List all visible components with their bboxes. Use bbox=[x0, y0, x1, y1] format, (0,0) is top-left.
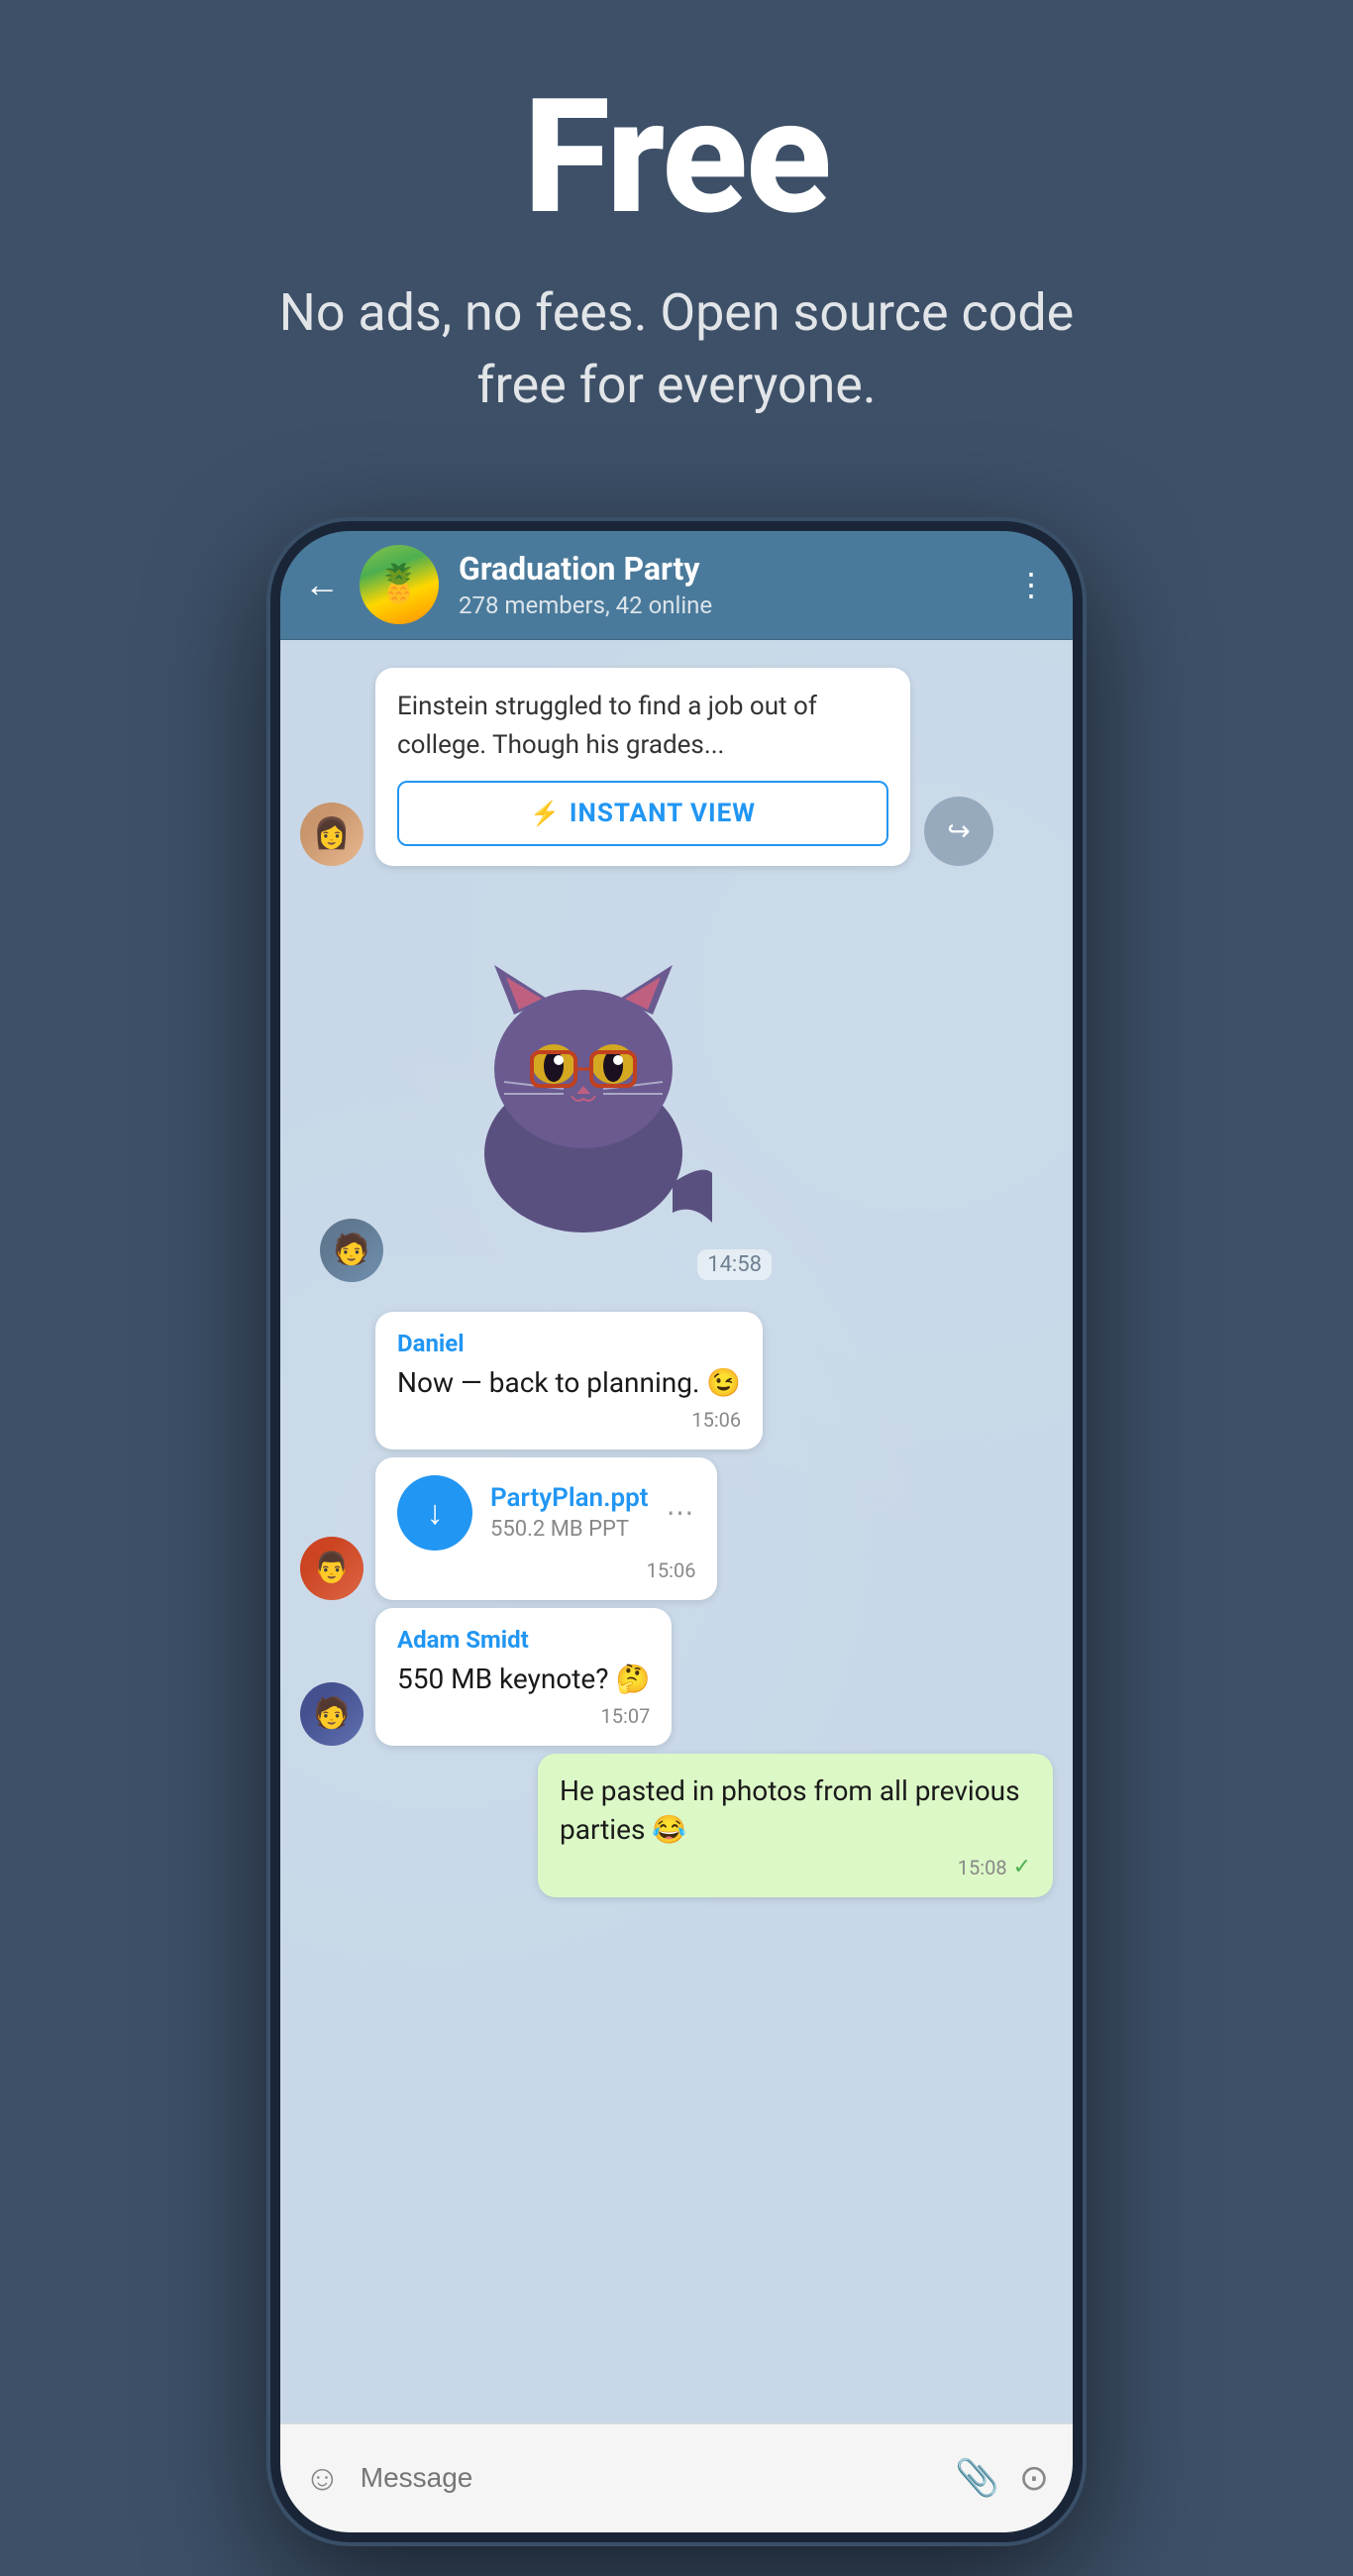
instant-view-bubble: Einstein struggled to find a job out of … bbox=[375, 668, 910, 866]
download-icon: ↓ bbox=[427, 1493, 444, 1533]
file-download-button[interactable]: ↓ bbox=[397, 1475, 472, 1551]
chat-area: 👩 Einstein struggled to find a job out o… bbox=[280, 640, 1073, 2423]
sender-name: Adam Smidt bbox=[397, 1626, 650, 1654]
phone-wrapper: ← 🍍 Graduation Party 278 members, 42 onl… bbox=[270, 521, 1083, 2542]
message-timestamp: 15:06 bbox=[397, 1408, 741, 1432]
hero-section: Free No ads, no fees. Open source code f… bbox=[0, 0, 1353, 482]
iv-button-label: INSTANT VIEW bbox=[570, 799, 756, 828]
chat-header: ← 🍍 Graduation Party 278 members, 42 onl… bbox=[280, 531, 1073, 640]
sticker-area: A = πr² V = l³ s = √(r² + h²) A = πr² + … bbox=[375, 876, 791, 1292]
hero-subtitle: No ads, no fees. Open source code free f… bbox=[231, 277, 1122, 422]
attachment-button[interactable]: 📎 bbox=[955, 2457, 999, 2499]
input-bar: ☺ 📎 ⊙ bbox=[280, 2423, 1073, 2532]
file-timestamp: 15:06 bbox=[397, 1558, 695, 1582]
message-text: He pasted in photos from all previous pa… bbox=[560, 1771, 1031, 1849]
message-row: 👨 ↓ PartyPlan.ppt 550.2 MB PPT ⋯ 15:06 bbox=[300, 1457, 1053, 1600]
avatar: 👩 bbox=[300, 803, 364, 866]
group-members: 278 members, 42 online bbox=[459, 591, 995, 619]
message-row: 🧑 Adam Smidt 550 MB keynote? 🤔 15:07 bbox=[300, 1608, 1053, 1746]
file-more-button[interactable]: ⋯ bbox=[666, 1496, 695, 1529]
file-bubble: ↓ PartyPlan.ppt 550.2 MB PPT ⋯ 15:06 bbox=[375, 1457, 717, 1600]
message-bubble: Adam Smidt 550 MB keynote? 🤔 15:07 bbox=[375, 1608, 672, 1746]
timestamp-value: 15:08 bbox=[958, 1856, 1007, 1879]
group-name: Graduation Party bbox=[459, 550, 995, 588]
cat-sticker bbox=[455, 925, 712, 1242]
outgoing-message-bubble: He pasted in photos from all previous pa… bbox=[538, 1754, 1053, 1897]
iv-preview-text: Einstein struggled to find a job out of … bbox=[397, 688, 888, 765]
message-row: 👩 Einstein struggled to find a job out o… bbox=[300, 668, 1053, 866]
message-input[interactable] bbox=[361, 2448, 935, 2508]
group-avatar: 🍍 bbox=[360, 545, 439, 624]
avatar: 🧑 bbox=[300, 1682, 364, 1746]
more-button[interactable]: ⋮ bbox=[1015, 566, 1049, 603]
camera-button[interactable]: ⊙ bbox=[1019, 2457, 1049, 2499]
avatar: 🧑 bbox=[320, 1219, 383, 1282]
instant-view-card: Einstein struggled to find a job out of … bbox=[375, 668, 910, 866]
forward-icon: ↪ bbox=[947, 814, 970, 847]
back-button[interactable]: ← bbox=[304, 564, 340, 605]
message-text: Now — back to planning. 😉 bbox=[397, 1363, 741, 1402]
group-info: Graduation Party 278 members, 42 online bbox=[459, 550, 995, 619]
message-row: He pasted in photos from all previous pa… bbox=[300, 1754, 1053, 1897]
file-info: PartyPlan.ppt 550.2 MB PPT bbox=[490, 1483, 648, 1542]
message-check-icon: ✓ bbox=[1013, 1855, 1031, 1879]
sticker-timestamp: 14:58 bbox=[697, 1249, 772, 1280]
phone-frame: ← 🍍 Graduation Party 278 members, 42 onl… bbox=[270, 521, 1083, 2542]
message-timestamp: 15:08 ✓ bbox=[560, 1855, 1031, 1879]
instant-view-button[interactable]: ⚡ INSTANT VIEW bbox=[397, 781, 888, 846]
sender-name: Daniel bbox=[397, 1330, 741, 1357]
forward-button[interactable]: ↪ bbox=[924, 797, 993, 866]
message-text: 550 MB keynote? 🤔 bbox=[397, 1660, 650, 1698]
file-meta: 550.2 MB PPT bbox=[490, 1517, 648, 1542]
avatar: 👨 bbox=[300, 1537, 364, 1600]
message-row: Daniel Now — back to planning. 😉 15:06 bbox=[300, 1312, 1053, 1449]
group-avatar-image: 🍍 bbox=[360, 545, 439, 624]
file-row: ↓ PartyPlan.ppt 550.2 MB PPT ⋯ bbox=[397, 1475, 695, 1551]
sticker-message-row: 🧑 A = πr² V = l³ s = √(r² + h²) A = πr² … bbox=[300, 876, 1053, 1292]
message-timestamp: 15:07 bbox=[397, 1704, 650, 1728]
message-bubble: Daniel Now — back to planning. 😉 15:06 bbox=[375, 1312, 763, 1449]
emoji-button[interactable]: ☺ bbox=[304, 2457, 341, 2499]
hero-title: Free bbox=[523, 79, 829, 238]
lightning-icon: ⚡ bbox=[530, 800, 560, 827]
file-name: PartyPlan.ppt bbox=[490, 1483, 648, 1513]
